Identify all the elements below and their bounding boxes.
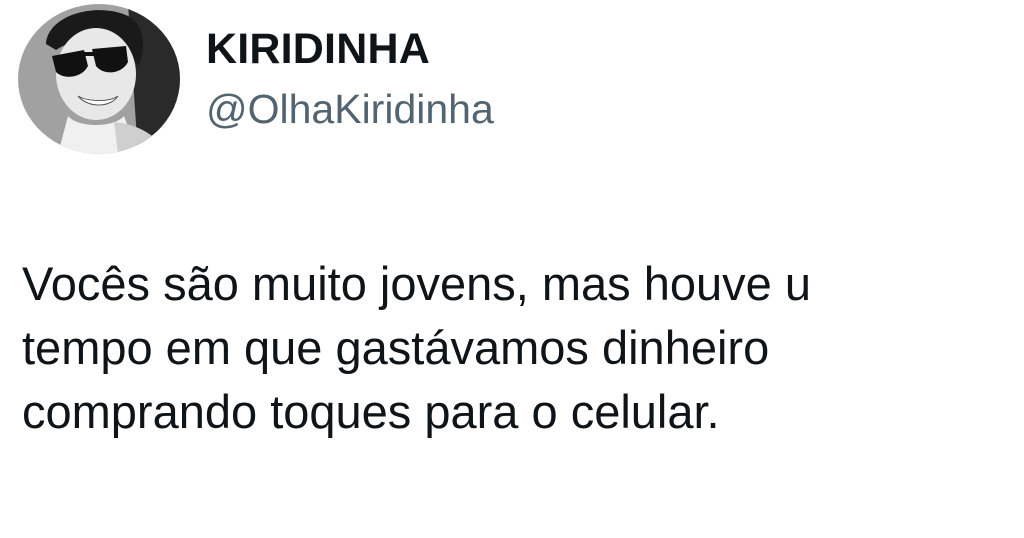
tweet-text-line: Vocês são muito jovens, mas houve u xyxy=(22,257,811,310)
profile-photo-icon xyxy=(18,4,180,154)
tweet-text: Vocês são muito jovens, mas houve u temp… xyxy=(22,252,1024,444)
tweet-header: KIRIDINHA @OlhaKiridinha xyxy=(18,4,494,154)
tweet-card: KIRIDINHA @OlhaKiridinha Vocês são muito… xyxy=(0,0,1024,538)
author-names: KIRIDINHA @OlhaKiridinha xyxy=(206,4,494,154)
avatar[interactable] xyxy=(18,4,180,154)
tweet-text-line: tempo em que gastávamos dinheiro xyxy=(22,321,770,374)
user-handle[interactable]: @OlhaKiridinha xyxy=(206,83,494,135)
display-name[interactable]: KIRIDINHA xyxy=(206,23,494,75)
tweet-text-line: comprando toques para o celular. xyxy=(22,385,720,438)
